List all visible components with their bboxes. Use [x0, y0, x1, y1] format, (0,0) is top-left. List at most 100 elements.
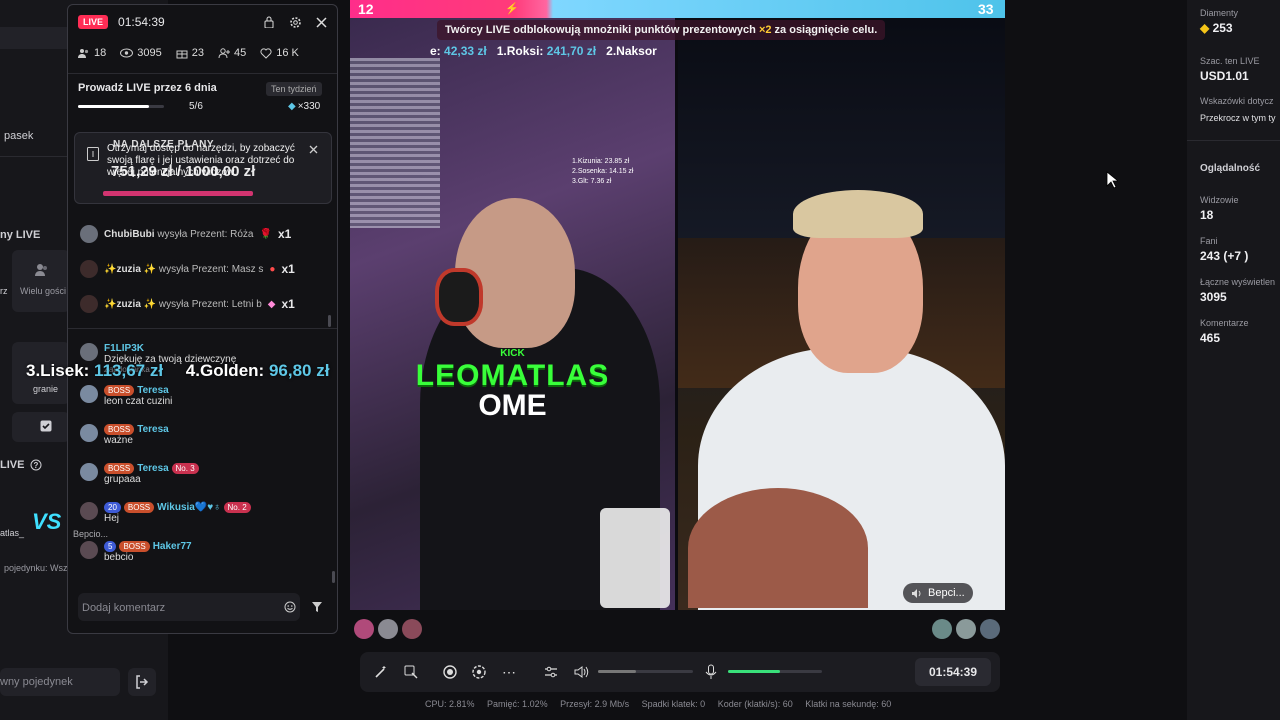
gift-count: x1 [281, 297, 295, 311]
gaming-label: granie [33, 384, 59, 394]
guest-tag[interactable]: Bepci... [903, 583, 973, 603]
leaderboard-overlay: 3.Lisek: 113,67 zł 4.Golden: 96,80 zł [26, 361, 329, 381]
kick-label: KICK [500, 348, 525, 359]
kick-sub: OME [478, 389, 547, 422]
host-camera: KICK LEOMATLAS OME 1.Kizunia: 23.85 zł 2… [350, 18, 675, 610]
stat-followers-value: 45 [233, 47, 247, 59]
vs-opponent-name: atlas_ [0, 528, 25, 538]
list-item: ✨zuzia ✨ wysyła Prezent: Letni b ◆ x1 [80, 295, 327, 313]
rank-b-value: 241,70 zł [546, 44, 597, 58]
sliders-icon[interactable] [544, 665, 558, 679]
frame-rate: Klatki na sekundę: 60 [805, 699, 892, 709]
live-duration: 01:54:39 [915, 658, 991, 686]
record-icon[interactable] [443, 665, 457, 679]
encoder-fps: Koder (klatki/s): 60 [717, 699, 793, 709]
checkbox-icon [40, 420, 52, 432]
message-user: ✨zuzia ✨ [104, 298, 157, 310]
avatar[interactable] [980, 619, 1000, 639]
people-icon [78, 49, 89, 58]
live-section-label: LIVE [0, 459, 25, 471]
effects-icon[interactable] [404, 665, 418, 679]
kick-name: LEOMATLAS [415, 359, 610, 392]
fans-value: 243 (+7 ) [1200, 249, 1249, 263]
stat-likes: 16 K [260, 47, 299, 59]
volume-icon[interactable] [574, 665, 589, 679]
chat-message: BOSS Teresa No. 3 grupaaa [80, 463, 327, 485]
goal-reward-value: ×330 [297, 101, 321, 112]
avatar[interactable] [378, 619, 398, 639]
magic-wand-icon[interactable] [374, 665, 388, 679]
help-icon[interactable]: ? [30, 459, 42, 471]
diamond-icon: ◆ [1200, 21, 1210, 35]
headphones [435, 268, 483, 326]
mini-rank-2-text: 2.Sosenka: 14.15 zł [572, 168, 634, 175]
fourth-place-label: 4.Golden: [185, 361, 265, 380]
gear-icon[interactable] [289, 16, 302, 29]
rank-a-value: 42,33 zł [444, 44, 487, 58]
avatar[interactable] [956, 619, 976, 639]
guest-knee [688, 488, 868, 608]
close-icon[interactable] [309, 145, 318, 154]
avatar [80, 260, 98, 278]
mini-rank-3: 3.Glt: 7.36 zł [572, 177, 634, 187]
more-icon[interactable]: ⋯ [502, 664, 517, 681]
avatar [80, 502, 98, 520]
notice-card: Otrzymaj dostęp do narzędzi, by zobaczyć… [74, 132, 332, 204]
avatar[interactable] [932, 619, 952, 639]
gift-count: x1 [277, 227, 292, 241]
kick-overlay: KICK LEOMATLAS OME [350, 348, 675, 423]
battle-input[interactable]: wny pojedynek [0, 668, 120, 696]
memory-usage: Pamięć: 1.02% [487, 699, 548, 709]
message-text: wysyła Prezent: Róża [157, 228, 254, 240]
gift-line: ✨zuzia ✨ wysyła Prezent: Letni b [104, 299, 262, 310]
chat-message: BOSS Teresa ważne [80, 424, 327, 446]
avatar [80, 343, 98, 361]
message-text: bebcio [104, 552, 134, 563]
speaker-icon[interactable] [911, 588, 922, 599]
goal-progress-text: 5/6 [189, 101, 203, 112]
stat-followers: 45 [218, 47, 246, 59]
multi-guest-tile[interactable]: Wielu gości [12, 250, 70, 312]
checklist-tile[interactable] [12, 412, 70, 442]
comment-input[interactable]: Dodaj komentarz [78, 593, 300, 621]
gift-line: ChubiBubi wysyła Prezent: Róża [104, 229, 253, 240]
fourth-place-value: 96,80 zł [268, 361, 330, 380]
label-rz: rz [0, 286, 8, 296]
emoji-icon[interactable] [284, 601, 296, 613]
filter-icon[interactable] [311, 601, 323, 613]
guest-camera: Bepci... [678, 18, 1005, 610]
message-text: leon czat cuzini [104, 396, 173, 407]
chat-scrollbar[interactable] [332, 571, 335, 583]
boss-badge: BOSS [119, 541, 150, 552]
lock-icon[interactable] [263, 16, 275, 28]
avatar[interactable] [402, 619, 422, 639]
avatar[interactable] [354, 619, 374, 639]
mini-rank-2: 2.Sosenka: 14.15 zł [572, 167, 634, 177]
tips-text[interactable]: Przekrocz w tym ty [1200, 113, 1276, 123]
message-user: ✨zuzia ✨ [104, 263, 157, 275]
message-user: Teresa [137, 463, 169, 474]
chat-scrollbar[interactable] [328, 315, 331, 327]
camera-switch-icon[interactable] [472, 665, 486, 679]
close-icon[interactable] [316, 16, 327, 28]
live-section: LIVE ? [0, 459, 42, 471]
dropped-frames: Spadki klatek: 0 [641, 699, 706, 709]
banner-multiplier: ×2 [758, 24, 772, 36]
exit-button[interactable] [128, 668, 156, 696]
rank-a-label: e: [430, 44, 441, 58]
ranking-line: e: 42,33 zł 1.Roksi: 241,70 zł 2.Naksor [430, 44, 657, 58]
goal-progress-fill [78, 105, 150, 108]
viewers-value: 18 [1200, 208, 1214, 222]
volume-slider[interactable] [598, 670, 693, 673]
avatar [80, 385, 98, 403]
third-place-label: 3.Lisek: [26, 361, 90, 380]
score-left: 12 [358, 1, 374, 17]
list-item: ChubiBubi wysyła Prezent: Róża 🌹 x1 [80, 225, 327, 243]
battle-input-text: wny pojedynek [0, 676, 73, 688]
comments-value: 465 [1200, 331, 1221, 345]
microphone-icon[interactable] [705, 664, 717, 680]
mic-slider[interactable] [728, 670, 822, 673]
estimate-label: Szac. ten LIVE [1200, 56, 1260, 66]
status-bar: CPU: 2.81% Pamięć: 1.02% Przesył: 2.9 Mb… [425, 699, 891, 709]
live-preview: KICK LEOMATLAS OME 1.Kizunia: 23.85 zł 2… [350, 0, 1005, 610]
